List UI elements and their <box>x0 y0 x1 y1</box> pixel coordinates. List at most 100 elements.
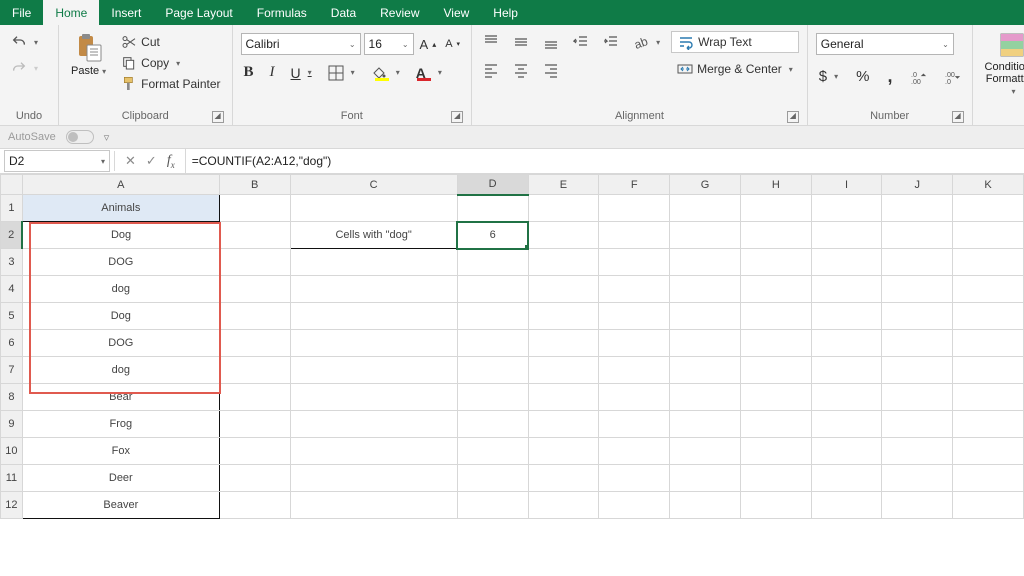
cell-I3[interactable] <box>811 249 882 276</box>
row-header-8[interactable]: 8 <box>1 384 23 411</box>
cell-E2[interactable] <box>528 222 599 249</box>
tab-data[interactable]: Data <box>319 0 368 25</box>
cell-G11[interactable] <box>670 465 741 492</box>
column-header-I[interactable]: I <box>811 175 882 195</box>
borders-button[interactable]: ▾ <box>325 64 358 82</box>
copy-button[interactable]: Copy▾ <box>118 54 223 72</box>
cell-D5[interactable] <box>457 303 528 330</box>
cell-D8[interactable] <box>457 384 528 411</box>
cell-D2[interactable]: 6 <box>457 222 528 249</box>
cell-A1[interactable]: Animals <box>22 195 219 222</box>
redo-button[interactable]: ▾ <box>8 59 41 77</box>
cell-J9[interactable] <box>882 411 953 438</box>
format-painter-button[interactable]: Format Painter <box>118 75 223 93</box>
cell-F12[interactable] <box>599 492 670 519</box>
cell-B8[interactable] <box>219 384 290 411</box>
align-right-button[interactable] <box>540 61 562 79</box>
cell-E1[interactable] <box>528 195 599 222</box>
align-middle-button[interactable] <box>510 33 532 51</box>
cell-C3[interactable] <box>290 249 457 276</box>
cell-K7[interactable] <box>953 357 1024 384</box>
cell-C1[interactable] <box>290 195 457 222</box>
cell-B10[interactable] <box>219 438 290 465</box>
cell-K2[interactable] <box>953 222 1024 249</box>
cell-C12[interactable] <box>290 492 457 519</box>
row-header-2[interactable]: 2 <box>1 222 23 249</box>
cell-D11[interactable] <box>457 465 528 492</box>
insert-function-button[interactable]: fx <box>167 153 175 170</box>
cell-G3[interactable] <box>670 249 741 276</box>
undo-button[interactable]: ▾ <box>8 33 41 51</box>
cell-I12[interactable] <box>811 492 882 519</box>
tab-insert[interactable]: Insert <box>99 0 153 25</box>
align-center-button[interactable] <box>510 61 532 79</box>
cell-A7[interactable]: dog <box>22 357 219 384</box>
cell-H5[interactable] <box>740 303 811 330</box>
cell-A2[interactable]: Dog <box>22 222 219 249</box>
percent-format-button[interactable]: % <box>853 67 872 86</box>
fill-color-button[interactable]: ▾ <box>368 64 403 82</box>
cell-E9[interactable] <box>528 411 599 438</box>
cell-J10[interactable] <box>882 438 953 465</box>
cell-H12[interactable] <box>740 492 811 519</box>
tab-formulas[interactable]: Formulas <box>245 0 319 25</box>
column-header-F[interactable]: F <box>599 175 670 195</box>
column-header-A[interactable]: A <box>22 175 219 195</box>
cell-I9[interactable] <box>811 411 882 438</box>
cell-I11[interactable] <box>811 465 882 492</box>
cell-A9[interactable]: Frog <box>22 411 219 438</box>
row-header-9[interactable]: 9 <box>1 411 23 438</box>
align-top-button[interactable] <box>480 33 502 51</box>
cell-A11[interactable]: Deer <box>22 465 219 492</box>
cell-E11[interactable] <box>528 465 599 492</box>
column-header-B[interactable]: B <box>219 175 290 195</box>
cell-H9[interactable] <box>740 411 811 438</box>
cancel-formula-button[interactable]: ✕ <box>125 153 136 169</box>
cell-C2[interactable]: Cells with "dog" <box>290 222 457 249</box>
column-header-D[interactable]: D <box>457 175 528 195</box>
tab-page-layout[interactable]: Page Layout <box>153 0 244 25</box>
cell-K5[interactable] <box>953 303 1024 330</box>
cell-A6[interactable]: DOG <box>22 330 219 357</box>
select-all-corner[interactable] <box>1 175 23 195</box>
cell-F8[interactable] <box>599 384 670 411</box>
autosave-toggle[interactable] <box>66 130 94 144</box>
row-header-5[interactable]: 5 <box>1 303 23 330</box>
decrease-indent-button[interactable] <box>570 33 592 51</box>
font-color-button[interactable]: A ▾ <box>413 64 445 82</box>
cell-K9[interactable] <box>953 411 1024 438</box>
decrease-decimal-button[interactable]: .00.0 <box>942 68 964 86</box>
cell-K10[interactable] <box>953 438 1024 465</box>
cell-I6[interactable] <box>811 330 882 357</box>
name-box[interactable]: D2▾ <box>4 150 110 172</box>
qat-customize[interactable]: ▿ <box>104 131 110 144</box>
cell-C10[interactable] <box>290 438 457 465</box>
cell-D6[interactable] <box>457 330 528 357</box>
row-header-3[interactable]: 3 <box>1 249 23 276</box>
cell-G5[interactable] <box>670 303 741 330</box>
cell-K6[interactable] <box>953 330 1024 357</box>
cell-H1[interactable] <box>740 195 811 222</box>
cell-G2[interactable] <box>670 222 741 249</box>
row-header-10[interactable]: 10 <box>1 438 23 465</box>
merge-center-button[interactable]: Merge & Center▾ <box>671 59 799 79</box>
cell-E4[interactable] <box>528 276 599 303</box>
italic-button[interactable]: I <box>267 63 278 82</box>
cell-G6[interactable] <box>670 330 741 357</box>
cell-C6[interactable] <box>290 330 457 357</box>
wrap-text-button[interactable]: Wrap Text <box>671 31 799 53</box>
cell-F10[interactable] <box>599 438 670 465</box>
cell-J1[interactable] <box>882 195 953 222</box>
cell-J11[interactable] <box>882 465 953 492</box>
paste-button[interactable]: Paste▾ <box>67 29 110 79</box>
number-dialog-launcher[interactable]: ◢ <box>952 111 964 123</box>
increase-font-button[interactable]: A▴ <box>417 36 440 53</box>
cell-E7[interactable] <box>528 357 599 384</box>
row-header-1[interactable]: 1 <box>1 195 23 222</box>
formula-bar[interactable]: =COUNTIF(A2:A12,"dog") <box>186 154 1024 168</box>
cell-B11[interactable] <box>219 465 290 492</box>
cell-C4[interactable] <box>290 276 457 303</box>
row-header-11[interactable]: 11 <box>1 465 23 492</box>
cell-J3[interactable] <box>882 249 953 276</box>
cell-E5[interactable] <box>528 303 599 330</box>
